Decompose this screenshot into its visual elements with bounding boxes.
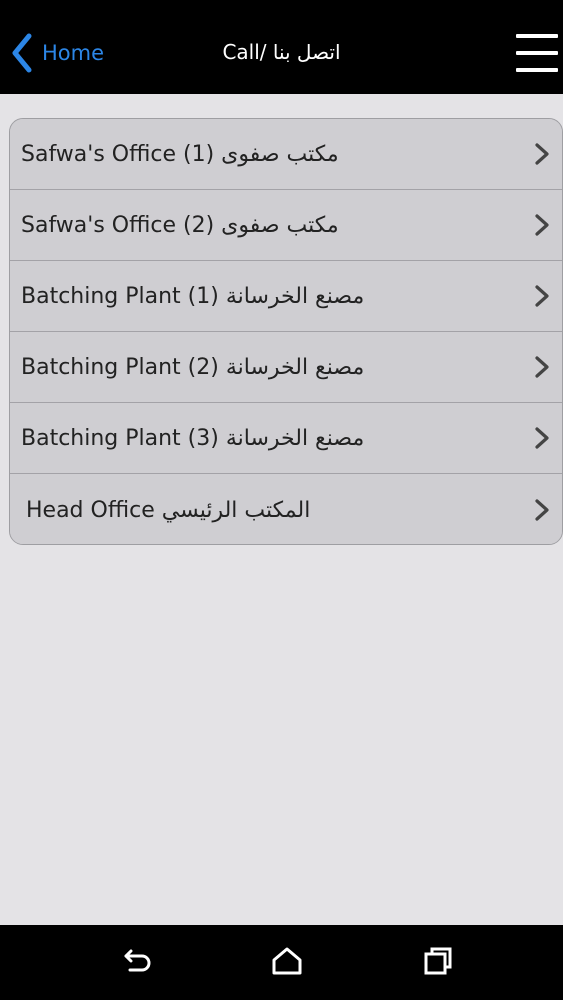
list-item-label: Safwa's Office (1) مكتب صفوى — [21, 141, 339, 167]
chevron-right-icon — [535, 499, 549, 521]
list-item-label: Batching Plant (3) مصنع الخرسانة — [21, 425, 365, 451]
recent-apps-icon — [424, 947, 452, 975]
hamburger-line — [516, 34, 558, 38]
status-bar — [0, 0, 563, 10]
list-item-batching-plant-3[interactable]: Batching Plant (3) مصنع الخرسانة — [10, 403, 562, 474]
list-item-safwa-office-1[interactable]: Safwa's Office (1) مكتب صفوى — [10, 119, 562, 190]
chevron-right-icon — [535, 285, 549, 307]
list-item-batching-plant-2[interactable]: Batching Plant (2) مصنع الخرسانة — [10, 332, 562, 403]
chevron-right-icon — [535, 143, 549, 165]
hamburger-line — [516, 68, 558, 72]
nav-home-button[interactable] — [270, 945, 304, 981]
hamburger-line — [516, 51, 558, 55]
list-item-safwa-office-2[interactable]: Safwa's Office (2) مكتب صفوى — [10, 190, 562, 261]
list-item-label: Batching Plant (2) مصنع الخرسانة — [21, 354, 365, 380]
list-item-label: Head Office المكتب الرئيسي — [26, 497, 311, 523]
page-title: Call/ اتصل بنا — [222, 40, 341, 64]
home-icon — [272, 947, 302, 975]
chevron-right-icon — [535, 427, 549, 449]
nav-back-button[interactable] — [122, 945, 154, 981]
list-item-batching-plant-1[interactable]: Batching Plant (1) مصنع الخرسانة — [10, 261, 562, 332]
back-arrow-icon — [124, 949, 151, 972]
hamburger-menu-button[interactable] — [516, 34, 558, 74]
list-item-head-office[interactable]: Head Office المكتب الرئيسي — [10, 474, 562, 544]
list-item-label: Batching Plant (1) مصنع الخرسانة — [21, 283, 365, 309]
chevron-right-icon — [535, 214, 549, 236]
chevron-right-icon — [535, 356, 549, 378]
list-item-label: Safwa's Office (2) مكتب صفوى — [21, 212, 339, 238]
android-navigation-bar — [0, 925, 563, 1000]
header-bar: Home Call/ اتصل بنا — [0, 10, 563, 94]
nav-recents-button[interactable] — [422, 945, 454, 981]
contact-list: Safwa's Office (1) مكتب صفوى Safwa's Off… — [9, 118, 563, 545]
